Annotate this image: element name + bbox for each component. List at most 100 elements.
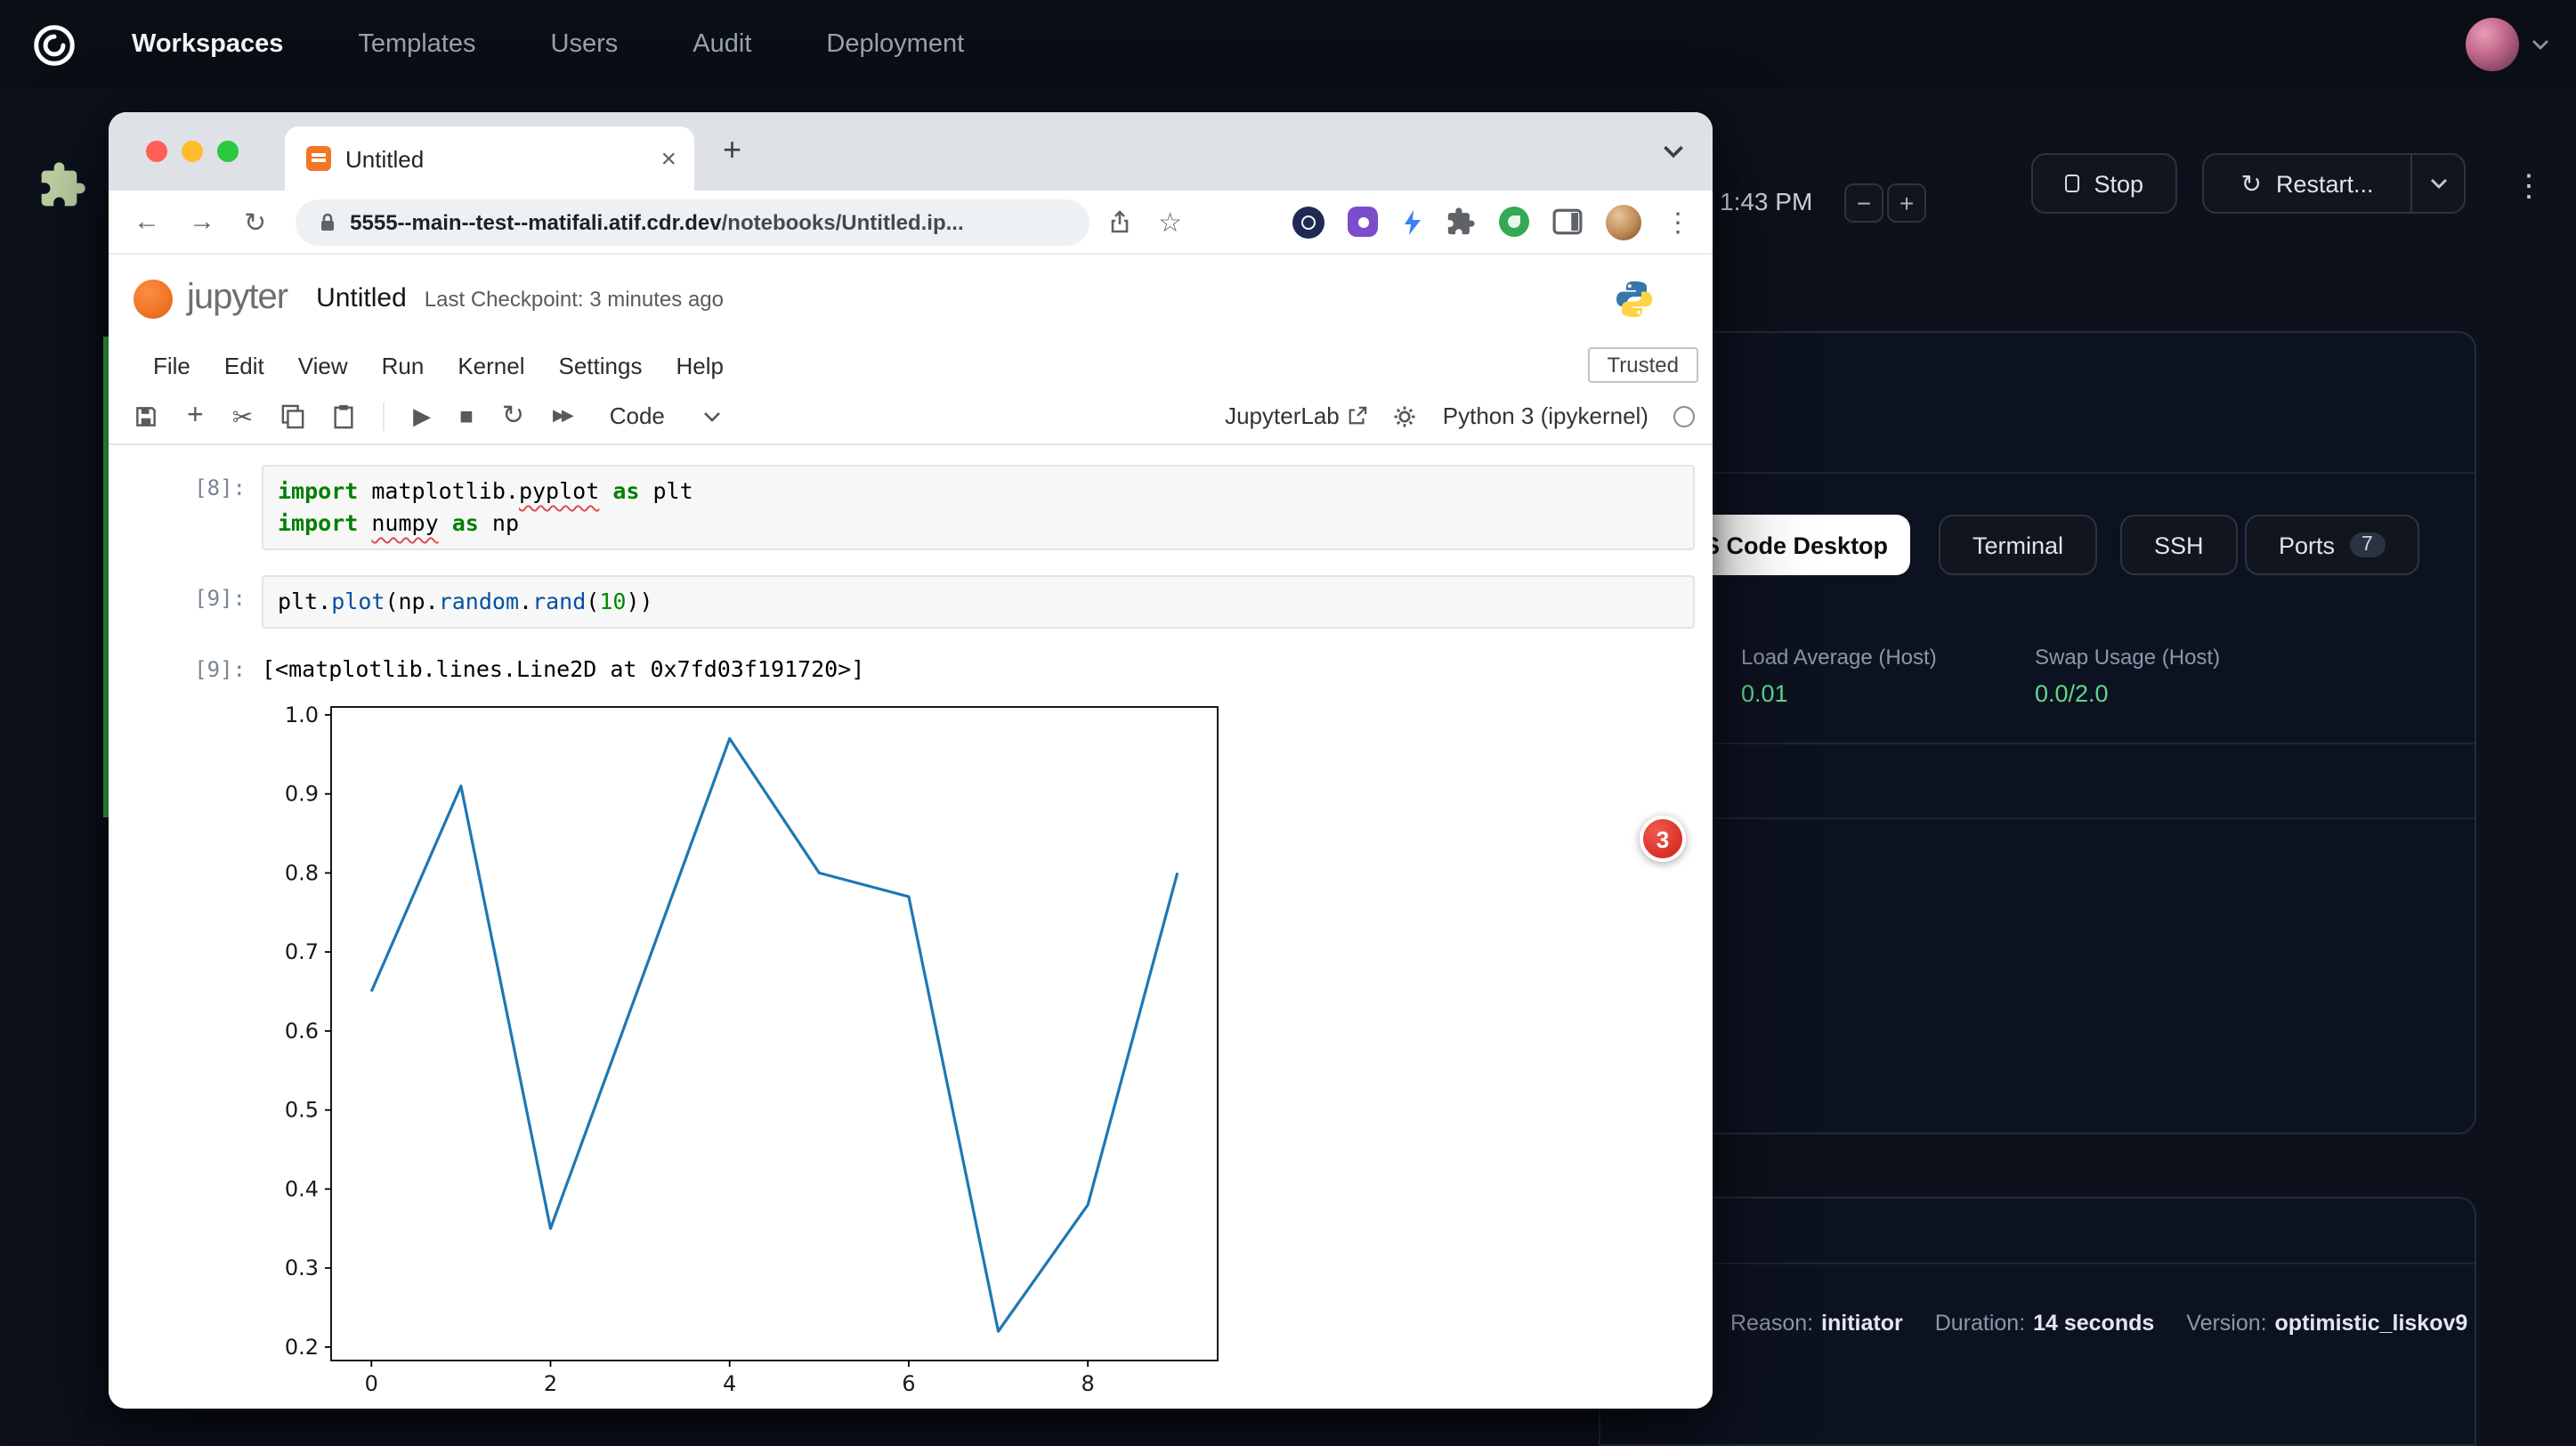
address-bar[interactable]: 5555--main--test--matifali.atif.cdr.dev/… — [295, 199, 1089, 245]
extensions-puzzle-icon[interactable] — [1446, 207, 1476, 237]
restart-options-button[interactable] — [2410, 153, 2466, 214]
workspace-kebab-menu[interactable]: ⋮ — [2514, 169, 2544, 205]
window-minimize-button[interactable] — [182, 141, 203, 162]
svg-text:0.2: 0.2 — [285, 1335, 319, 1360]
nav-item-audit[interactable]: Audit — [693, 30, 751, 59]
browser-menu-icon[interactable]: ⋮ — [1665, 206, 1691, 238]
copy-cell-icon[interactable] — [281, 403, 304, 428]
menu-settings[interactable]: Settings — [559, 352, 643, 378]
tab-title: Untitled — [345, 145, 660, 172]
nav-item-workspaces[interactable]: Workspaces — [132, 30, 283, 59]
cell-type-dropdown[interactable]: Code — [610, 402, 722, 429]
output-prompt: [9]: — [109, 646, 262, 682]
menu-file[interactable]: File — [153, 352, 190, 378]
password-manager-extension-icon[interactable] — [1292, 206, 1324, 238]
nav-item-templates[interactable]: Templates — [358, 30, 475, 59]
browser-tab-strip: Untitled × + — [109, 112, 1713, 191]
kernel-name[interactable]: Python 3 (ipykernel) — [1443, 402, 1648, 429]
restart-kernel-icon[interactable]: ↻ — [502, 402, 524, 429]
restart-workspace-button[interactable]: ↻ Restart... — [2202, 153, 2412, 214]
menu-view[interactable]: View — [298, 352, 348, 378]
tab-close-icon[interactable]: × — [660, 145, 676, 172]
url-path: /notebooks/Untitled.ip... — [722, 209, 964, 234]
panel-divider — [1600, 743, 2475, 744]
zoom-out-button[interactable]: − — [1844, 183, 1883, 223]
bookmark-star-icon[interactable]: ☆ — [1158, 206, 1182, 238]
notification-badge[interactable]: 3 — [1640, 816, 1686, 862]
zoom-in-button[interactable]: + — [1887, 183, 1926, 223]
python-logo-icon — [1613, 277, 1656, 320]
jupyterlab-label: JupyterLab — [1225, 402, 1340, 429]
window-close-button[interactable] — [146, 141, 167, 162]
menu-run[interactable]: Run — [382, 352, 425, 378]
nav-item-deployment[interactable]: Deployment — [826, 30, 964, 59]
svg-text:6: 6 — [902, 1371, 915, 1396]
code-editor[interactable]: plt.plot(np.random.rand(10)) — [262, 575, 1695, 629]
user-avatar[interactable] — [2466, 18, 2519, 71]
lightning-extension-icon[interactable] — [1401, 207, 1422, 236]
extension-icon-purple[interactable] — [1348, 207, 1378, 237]
save-icon[interactable] — [134, 403, 158, 428]
tab-search-chevron-icon[interactable] — [1663, 144, 1684, 158]
svg-text:2: 2 — [544, 1371, 557, 1396]
minus-icon: − — [1857, 189, 1871, 217]
terminal-button[interactable]: Terminal — [1939, 515, 2097, 575]
run-cell-icon[interactable]: ▶ — [413, 404, 431, 427]
svg-text:8: 8 — [1081, 1371, 1094, 1396]
restart-run-all-icon[interactable]: ▶▶ — [553, 408, 571, 424]
nav-item-users[interactable]: Users — [551, 30, 619, 59]
svg-text:0.7: 0.7 — [285, 939, 319, 964]
new-tab-button[interactable]: + — [723, 134, 741, 166]
code-editor[interactable]: import matplotlib.pyplot as plt import n… — [262, 465, 1695, 550]
checkpoint-status: Last Checkpoint: 3 minutes ago — [425, 286, 724, 311]
stop-icon — [2065, 175, 2079, 192]
paste-cell-icon[interactable] — [333, 403, 354, 428]
extensions-cluster: ⋮ — [1292, 204, 1691, 240]
svg-text:0: 0 — [365, 1371, 378, 1396]
swap-usage-label: Swap Usage (Host) — [2035, 645, 2220, 670]
open-jupyterlab-link[interactable]: JupyterLab — [1225, 402, 1368, 429]
interrupt-kernel-icon[interactable]: ■ — [459, 404, 474, 427]
notebook-favicon — [306, 146, 331, 171]
window-maximize-button[interactable] — [217, 141, 239, 162]
jupyter-logo-icon — [134, 279, 173, 318]
jupyter-menubar: File Edit View Run Kernel Settings Help … — [109, 342, 1713, 388]
browser-profile-avatar[interactable] — [1606, 204, 1641, 240]
forward-button[interactable]: → — [189, 207, 215, 237]
jupyter-header: jupyter Untitled Last Checkpoint: 3 minu… — [109, 255, 1713, 342]
trusted-button[interactable]: Trusted — [1588, 347, 1699, 383]
ssh-button[interactable]: SSH — [2120, 515, 2238, 575]
input-prompt: [9]: — [109, 575, 262, 611]
settings-gear-icon[interactable] — [1393, 403, 1418, 428]
menu-edit[interactable]: Edit — [224, 352, 264, 378]
menu-help[interactable]: Help — [676, 352, 724, 378]
coder-logo[interactable] — [30, 20, 78, 69]
nav-user-menu[interactable] — [2466, 18, 2549, 71]
input-prompt: [8]: — [109, 465, 262, 500]
side-panel-icon[interactable] — [1552, 208, 1583, 235]
external-link-icon — [1349, 406, 1368, 426]
back-button[interactable]: ← — [134, 207, 160, 237]
cut-cell-icon[interactable]: ✂ — [232, 403, 253, 428]
restart-icon: ↻ — [2241, 168, 2262, 199]
code-cell[interactable]: [9]: plt.plot(np.random.rand(10)) — [109, 575, 1713, 629]
stop-workspace-button[interactable]: Stop — [2031, 153, 2177, 214]
panel-divider — [1600, 817, 2475, 819]
notebook-title[interactable]: Untitled — [316, 283, 407, 313]
terminal-label: Terminal — [1973, 532, 2063, 558]
ports-button[interactable]: Ports 7 — [2245, 515, 2419, 575]
puzzle-icon — [37, 160, 87, 210]
browser-tab[interactable]: Untitled × — [285, 126, 694, 191]
workspace-time: 1:43 PM — [1720, 187, 1812, 215]
code-cell[interactable]: [8]: import matplotlib.pyplot as plt imp… — [109, 465, 1713, 550]
load-average-value: 0.01 — [1741, 680, 1937, 707]
duration-value: 14 seconds — [2033, 1311, 2154, 1336]
extension-icon-green[interactable] — [1499, 207, 1529, 237]
reload-button[interactable]: ↻ — [244, 206, 266, 238]
add-cell-icon[interactable]: + — [187, 402, 204, 430]
code-line: import matplotlib.pyplot as plt — [278, 475, 1679, 508]
restart-label: Restart... — [2276, 170, 2374, 197]
menu-kernel[interactable]: Kernel — [458, 352, 524, 378]
load-average-label: Load Average (Host) — [1741, 645, 1937, 670]
share-icon[interactable] — [1106, 209, 1131, 234]
